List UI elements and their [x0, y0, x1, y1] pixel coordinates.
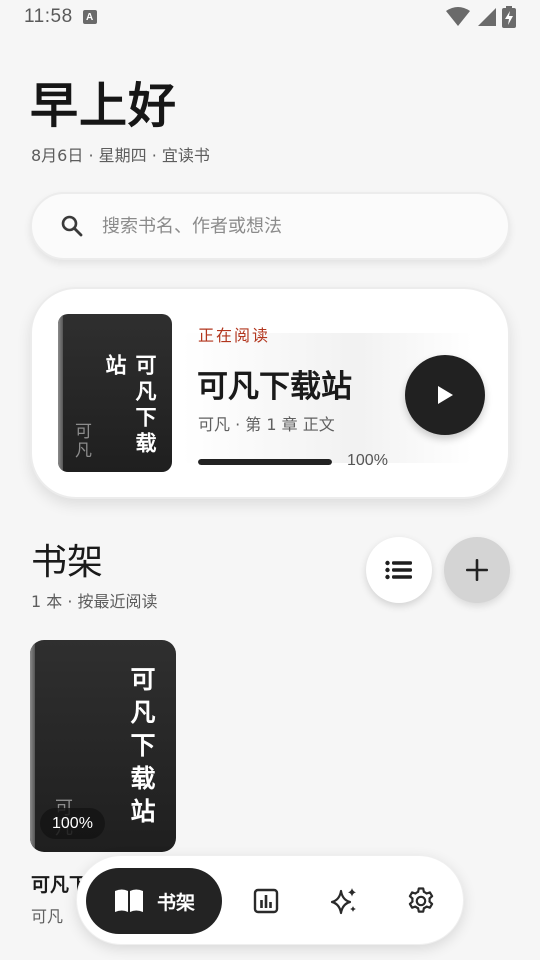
signal-icon [478, 8, 496, 26]
continue-reading-button[interactable] [405, 355, 485, 435]
nav-active-label: 书架 [156, 891, 195, 914]
reading-book-title: 可凡下载站 [197, 369, 352, 405]
status-right [446, 6, 516, 28]
status-time: 11:58 [24, 6, 73, 27]
play-icon [438, 386, 453, 404]
gear-icon [408, 887, 434, 913]
shelf-book-author: 可凡 [31, 907, 64, 926]
progress-badge: 100% [40, 808, 105, 839]
list-view-button[interactable] [366, 537, 432, 603]
bottom-nav: 书架 [76, 855, 464, 945]
shelf-subtitle: 1 本 · 按最近阅读 [31, 592, 158, 611]
cover-author: 可凡 [71, 422, 91, 460]
list-icon [385, 560, 412, 580]
status-bar: 11:58 A [0, 0, 540, 34]
plus-icon [466, 559, 488, 581]
battery-charging-icon [502, 6, 516, 28]
search-input[interactable] [102, 215, 482, 237]
greeting-title: 早上好 [30, 78, 178, 134]
reading-chapter-meta: 可凡 · 第 1 章 正文 [198, 415, 335, 434]
search-icon [58, 212, 86, 240]
cover-title: 可凡下载站 [103, 354, 157, 458]
current-book-cover[interactable]: 可凡下载站 可凡 [58, 314, 172, 472]
current-reading-card[interactable]: 可凡下载站 可凡 正在阅读 可凡下载站 可凡 · 第 1 章 正文 100% [30, 287, 510, 499]
reading-label: 正在阅读 [198, 326, 271, 345]
nav-item-settings[interactable] [399, 879, 443, 923]
reading-progress-text: 100% [347, 452, 388, 469]
wifi-icon [446, 7, 470, 26]
book-spine [30, 640, 35, 852]
date-line: 8月6日 · 星期四 · 宜读书 [31, 146, 210, 165]
add-book-button[interactable] [444, 537, 510, 603]
search-bar[interactable] [30, 192, 510, 260]
status-left: 11:58 A [24, 6, 97, 28]
nav-item-ai[interactable] [322, 879, 366, 923]
bookshelf-icon [114, 889, 143, 913]
notification-a-icon: A [82, 10, 97, 24]
reading-progress-fill [198, 459, 332, 465]
nav-item-stats[interactable] [244, 879, 288, 923]
shelf-title: 书架 [31, 542, 104, 583]
sparkles-icon [330, 888, 356, 915]
nav-item-bookshelf[interactable]: 书架 [86, 868, 222, 934]
reading-progress-bar [198, 459, 332, 465]
book-spine [58, 314, 63, 472]
stats-icon [253, 888, 279, 914]
cover-title: 可凡下载站 [127, 666, 156, 831]
